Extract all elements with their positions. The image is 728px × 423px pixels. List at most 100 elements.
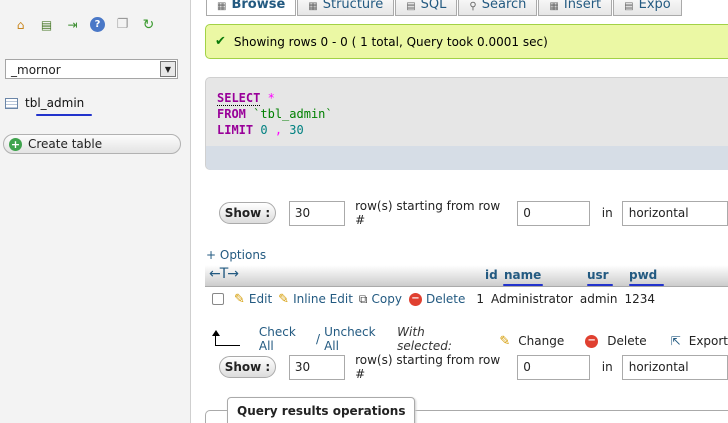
rows-count-input[interactable]: 30 bbox=[288, 200, 346, 226]
success-message: ✔ Showing rows 0 - 0 ( 1 total, Query to… bbox=[205, 24, 728, 59]
sidebar-item-tbl-admin[interactable]: tbl_admin bbox=[5, 96, 84, 110]
chevron-down-icon[interactable]: ▼ bbox=[160, 61, 176, 77]
pencil-icon: ✎ bbox=[499, 333, 511, 349]
copy-icon: ⧉ bbox=[358, 291, 368, 306]
navigation-panel: ⌂ ▤ ⇥ ? ❐ ↻ _mornor ▼ tbl_admin + Create… bbox=[0, 0, 191, 423]
sql-select-keyword[interactable]: SELECT bbox=[217, 91, 261, 106]
export-selected-button[interactable]: ⇱ Export bbox=[671, 334, 728, 348]
checkmark-icon: ✔ bbox=[215, 34, 226, 49]
navigation-row-bottom: Show : 30 row(s) starting from row # 0 i… bbox=[219, 353, 728, 381]
pencil-icon: ✎ bbox=[234, 291, 245, 307]
column-header-usr[interactable]: usr bbox=[587, 268, 609, 282]
export-icon: ⇱ bbox=[670, 334, 681, 348]
tab-sql[interactable]: ▤ SQL bbox=[395, 0, 458, 16]
export-icon: ▤ bbox=[624, 1, 634, 12]
table-row: ✎ Edit ✎ Inline Edit ⧉ Copy − Delete 1 A… bbox=[205, 289, 728, 309]
sql-star: * bbox=[267, 91, 275, 105]
tab-insert[interactable]: ▦ Insert bbox=[538, 0, 613, 16]
annotation-underline bbox=[587, 284, 613, 286]
cell-usr[interactable]: admin bbox=[580, 292, 618, 306]
edit-label: Edit bbox=[248, 292, 273, 306]
in-label: in bbox=[601, 206, 613, 220]
home-icon[interactable]: ⌂ bbox=[12, 16, 29, 33]
structure-icon: ▦ bbox=[308, 1, 318, 12]
display-mode-select[interactable]: horizontal bbox=[621, 354, 728, 380]
column-resize-arrows-icon[interactable]: ←T→ bbox=[209, 266, 239, 282]
tab-search[interactable]: ⚲ Search bbox=[458, 0, 538, 16]
insert-icon: ▦ bbox=[549, 1, 559, 12]
annotation-underline bbox=[629, 284, 664, 286]
sql-toolbar bbox=[206, 146, 728, 170]
logout-icon[interactable]: ⇥ bbox=[64, 16, 81, 33]
delete-label: Delete bbox=[607, 334, 647, 348]
change-button[interactable]: ✎ Change bbox=[499, 334, 564, 349]
inline-edit-label: Inline Edit bbox=[293, 292, 353, 306]
edit-link[interactable]: ✎ Edit bbox=[234, 292, 272, 307]
change-label: Change bbox=[518, 334, 565, 348]
tab-label: Structure bbox=[322, 0, 384, 12]
options-link[interactable]: + Options bbox=[206, 248, 266, 262]
sql-code: SELECT * FROM `tbl_admin` LIMIT 0 , 30 bbox=[217, 90, 333, 138]
rows-label: row(s) starting from row # bbox=[355, 199, 501, 227]
column-header-id[interactable]: id bbox=[485, 268, 498, 282]
delete-selected-button[interactable]: − Delete bbox=[585, 334, 647, 348]
separator: / bbox=[316, 332, 321, 346]
create-table-button[interactable]: + Create table bbox=[3, 134, 181, 154]
database-select-value: _mornor bbox=[11, 63, 61, 77]
arrow-up-icon bbox=[212, 330, 240, 346]
database-icon[interactable]: ▤ bbox=[38, 16, 55, 33]
tab-export[interactable]: ▤ Expo bbox=[613, 0, 682, 16]
help-icon[interactable]: ? bbox=[90, 17, 105, 32]
tab-browse[interactable]: ▦ Browse bbox=[206, 0, 297, 16]
with-selected-label: With selected: bbox=[397, 325, 452, 353]
bulk-actions-row: Check All / Uncheck All With selected: ✎… bbox=[212, 325, 728, 353]
row-checkbox[interactable] bbox=[212, 293, 224, 305]
tab-bar: ▦ Browse ▦ Structure ▤ SQL ⚲ Search ▦ In… bbox=[206, 0, 683, 16]
in-label: in bbox=[601, 360, 613, 374]
sql-query-box: SELECT * FROM `tbl_admin` LIMIT 0 , 30 bbox=[205, 77, 728, 170]
tab-label: Expo bbox=[638, 0, 671, 12]
navigation-row-top: Show : 30 row(s) starting from row # 0 i… bbox=[219, 199, 728, 227]
show-button[interactable]: Show : bbox=[219, 356, 276, 378]
sidebar-item-label[interactable]: tbl_admin bbox=[25, 96, 84, 110]
reload-icon[interactable]: ↻ bbox=[140, 16, 157, 33]
column-header-pwd[interactable]: pwd bbox=[629, 268, 657, 282]
rows-count-input[interactable]: 30 bbox=[288, 354, 346, 380]
delete-icon: − bbox=[408, 292, 422, 306]
sql-limit-keyword: LIMIT bbox=[217, 123, 254, 137]
rows-label: row(s) starting from row # bbox=[355, 353, 501, 381]
sql-comma: , bbox=[274, 123, 283, 137]
uncheck-all-link[interactable]: Uncheck All bbox=[324, 325, 391, 353]
delete-label: Delete bbox=[425, 292, 466, 306]
cell-id[interactable]: 1 bbox=[476, 292, 484, 306]
cell-pwd[interactable]: 1234 bbox=[624, 292, 655, 306]
success-text: Showing rows 0 - 0 ( 1 total, Query took… bbox=[233, 34, 548, 49]
tab-structure[interactable]: ▦ Structure bbox=[297, 0, 395, 16]
show-button[interactable]: Show : bbox=[219, 202, 276, 224]
pencil-icon: ✎ bbox=[278, 291, 290, 307]
tab-label: Insert bbox=[563, 0, 602, 12]
column-header-name[interactable]: name bbox=[504, 268, 541, 282]
docs-icon[interactable]: ❐ bbox=[114, 16, 131, 33]
delete-link[interactable]: − Delete bbox=[408, 292, 466, 306]
copy-label: Copy bbox=[371, 292, 402, 306]
annotation-underline bbox=[503, 284, 543, 286]
plus-icon: + bbox=[9, 137, 22, 151]
tab-label: Browse bbox=[231, 0, 286, 12]
inline-edit-link[interactable]: ✎ Inline Edit bbox=[278, 292, 353, 307]
cell-name[interactable]: Administrator bbox=[491, 292, 573, 306]
sql-table-name: `tbl_admin` bbox=[253, 107, 333, 121]
search-icon: ⚲ bbox=[469, 1, 477, 12]
database-select[interactable]: _mornor ▼ bbox=[5, 59, 178, 79]
create-table-label: Create table bbox=[28, 137, 103, 151]
display-mode-select[interactable]: horizontal bbox=[621, 200, 728, 226]
sql-from-keyword: FROM bbox=[217, 107, 246, 121]
copy-link[interactable]: ⧉ Copy bbox=[359, 292, 402, 307]
check-all-link[interactable]: Check All bbox=[259, 325, 312, 353]
tab-label: SQL bbox=[420, 0, 447, 12]
delete-icon: − bbox=[585, 334, 599, 348]
start-row-input[interactable]: 0 bbox=[517, 200, 590, 226]
start-row-input[interactable]: 0 bbox=[517, 354, 590, 380]
sql-limit-count: 30 bbox=[289, 123, 304, 137]
table-icon bbox=[5, 97, 18, 109]
